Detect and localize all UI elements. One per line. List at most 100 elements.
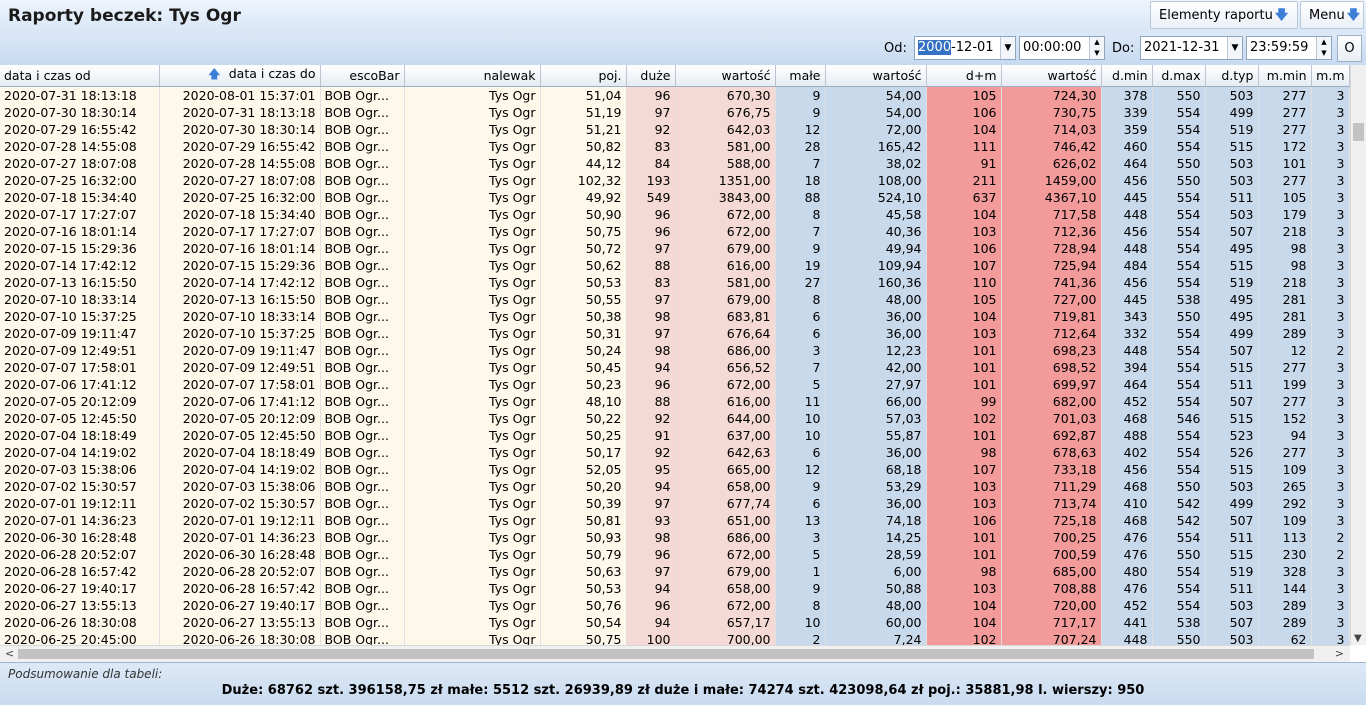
table-row[interactable]: 2020-07-15 15:29:36 2020-07-16 18:01:14 BO…	[0, 239, 1350, 257]
table-cell: 511	[1205, 579, 1259, 597]
table-cell: 277	[1258, 171, 1312, 189]
data-table[interactable]: data i czas od 🡅 data i czas do escoBar nale…	[0, 65, 1350, 645]
to-date-field[interactable]: 2021-12-31 ▼	[1140, 36, 1243, 60]
table-cell: BOB Ogr...	[320, 630, 405, 645]
horizontal-scrollbar[interactable]: < >	[0, 645, 1350, 662]
table-row[interactable]: 2020-07-29 16:55:42 2020-07-30 18:30:14 BO…	[0, 120, 1350, 138]
table-row[interactable]: 2020-07-09 12:49:51 2020-07-09 19:11:47 BO…	[0, 341, 1350, 359]
table-row[interactable]: 2020-06-26 18:30:08 2020-06-27 13:55:13 BO…	[0, 613, 1350, 631]
report-elements-button[interactable]: Elementy raportu 🡇	[1150, 1, 1298, 29]
column-header[interactable]: małe	[775, 65, 826, 87]
table-row[interactable]: 2020-07-10 18:33:14 2020-07-13 16:15:50 BO…	[0, 290, 1350, 308]
menu-button[interactable]: Menu 🡇	[1300, 1, 1364, 29]
table-row[interactable]: 2020-06-27 19:40:17 2020-06-28 16:57:42 BO…	[0, 579, 1350, 597]
table-cell: 281	[1258, 307, 1312, 325]
table-row[interactable]: 2020-07-02 15:30:57 2020-07-03 15:38:06 BO…	[0, 477, 1350, 495]
table-row[interactable]: 2020-07-14 17:42:12 2020-07-15 15:29:36 BO…	[0, 256, 1350, 274]
table-row[interactable]: 2020-06-28 20:52:07 2020-06-30 16:28:48 BO…	[0, 545, 1350, 563]
scroll-right-icon[interactable]: >	[1335, 647, 1344, 660]
table-cell: 88	[626, 392, 676, 410]
table-cell: 679,00	[675, 239, 776, 257]
column-header[interactable]: poj.	[540, 65, 627, 87]
table-row[interactable]: 2020-06-25 20:45:00 2020-06-26 18:30:08 BO…	[0, 630, 1350, 645]
column-header[interactable]: m.m	[1311, 65, 1350, 87]
table-row[interactable]: 2020-07-28 14:55:08 2020-07-29 16:55:42 BO…	[0, 137, 1350, 155]
column-header[interactable]: m.min	[1258, 65, 1312, 87]
table-row[interactable]: 2020-07-05 12:45:50 2020-07-05 20:12:09 BO…	[0, 409, 1350, 427]
table-row[interactable]: 2020-07-13 16:15:50 2020-07-14 17:42:12 BO…	[0, 273, 1350, 291]
column-header[interactable]: d.typ	[1205, 65, 1259, 87]
table-cell: 515	[1205, 460, 1259, 478]
table-cell: 550	[1152, 154, 1206, 172]
column-header[interactable]: wartość	[1001, 65, 1102, 87]
table-cell: 2020-07-18 15:34:40	[0, 188, 160, 206]
column-header[interactable]: nalewak	[404, 65, 541, 87]
vertical-scroll-thumb[interactable]	[1353, 123, 1364, 141]
column-header[interactable]: 🡅 data i czas do	[159, 65, 321, 87]
table-cell: Tys Ogr	[404, 460, 541, 478]
table-cell: 554	[1152, 273, 1206, 291]
column-header[interactable]: d.min	[1101, 65, 1153, 87]
table-cell: 448	[1101, 341, 1153, 359]
to-time-field[interactable]: 23:59:59 ▲ ▼	[1246, 36, 1332, 60]
table-cell: 3	[1311, 562, 1350, 580]
table-cell: 549	[626, 188, 676, 206]
table-row[interactable]: 2020-07-01 19:12:11 2020-07-02 15:30:57 BO…	[0, 494, 1350, 512]
from-time-field[interactable]: 00:00:00 ▲ ▼	[1019, 36, 1105, 60]
table-row[interactable]: 2020-07-31 18:13:18 2020-08-01 15:37:01 BO…	[0, 86, 1350, 104]
table-row[interactable]: 2020-07-01 14:36:23 2020-07-01 19:12:11 BO…	[0, 511, 1350, 529]
table-cell: 103	[926, 222, 1002, 240]
column-header[interactable]: d+m	[926, 65, 1002, 87]
table-cell: 507	[1205, 392, 1259, 410]
scroll-down-icon[interactable]: ▼	[1354, 633, 1362, 644]
table-cell: BOB Ogr...	[320, 460, 405, 478]
chevron-down-icon[interactable]: ▼	[1227, 37, 1242, 59]
column-header[interactable]: duże	[626, 65, 676, 87]
time-spinner-icon[interactable]: ▲ ▼	[1316, 37, 1331, 59]
table-row[interactable]: 2020-07-18 15:34:40 2020-07-25 16:32:00 BO…	[0, 188, 1350, 206]
table-cell: 3	[1311, 171, 1350, 189]
from-date-field[interactable]: 2000-12-01 ▼	[914, 36, 1016, 60]
table-cell: 651,00	[675, 511, 776, 529]
table-row[interactable]: 2020-07-04 18:18:49 2020-07-05 12:45:50 BO…	[0, 426, 1350, 444]
table-row[interactable]: 2020-07-04 14:19:02 2020-07-04 18:18:49 BO…	[0, 443, 1350, 461]
o-button[interactable]: O	[1337, 35, 1362, 62]
table-row[interactable]: 2020-06-30 16:28:48 2020-07-01 14:36:23 BO…	[0, 528, 1350, 546]
table-row[interactable]: 2020-07-30 18:30:14 2020-07-31 18:13:18 BO…	[0, 103, 1350, 121]
table-row[interactable]: 2020-07-10 15:37:25 2020-07-10 18:33:14 BO…	[0, 307, 1350, 325]
table-cell: BOB Ogr...	[320, 239, 405, 257]
scroll-left-icon[interactable]: <	[5, 647, 14, 660]
table-row[interactable]: 2020-07-05 20:12:09 2020-07-06 17:41:12 BO…	[0, 392, 1350, 410]
chevron-down-icon[interactable]: ▼	[1000, 37, 1015, 59]
table-row[interactable]: 2020-07-17 17:27:07 2020-07-18 15:34:40 BO…	[0, 205, 1350, 223]
table-cell: 2020-07-13 16:15:50	[159, 290, 321, 308]
table-cell: BOB Ogr...	[320, 511, 405, 529]
horizontal-scroll-thumb[interactable]	[18, 649, 1314, 659]
column-header[interactable]: d.max	[1152, 65, 1206, 87]
table-row[interactable]: 2020-07-27 18:07:08 2020-07-28 14:55:08 BO…	[0, 154, 1350, 172]
table-cell: 74,18	[825, 511, 927, 529]
table-cell: 50,62	[540, 256, 627, 274]
time-spinner-icon[interactable]: ▲ ▼	[1089, 37, 1104, 59]
table-row[interactable]: 2020-07-06 17:41:12 2020-07-07 17:58:01 BO…	[0, 375, 1350, 393]
column-header[interactable]: data i czas od	[0, 65, 160, 87]
table-row[interactable]: 2020-07-09 19:11:47 2020-07-10 15:37:25 BO…	[0, 324, 1350, 342]
table-cell: 2020-07-05 12:45:50	[0, 409, 160, 427]
column-header[interactable]: wartość	[675, 65, 776, 87]
table-row[interactable]: 2020-07-03 15:38:06 2020-07-04 14:19:02 BO…	[0, 460, 1350, 478]
column-header[interactable]: escoBar	[320, 65, 405, 87]
table-cell: Tys Ogr	[404, 137, 541, 155]
table-row[interactable]: 2020-06-27 13:55:13 2020-06-27 19:40:17 BO…	[0, 596, 1350, 614]
table-cell: 448	[1101, 205, 1153, 223]
column-header[interactable]: wartość	[825, 65, 927, 87]
table-row[interactable]: 2020-07-16 18:01:14 2020-07-17 17:27:07 BO…	[0, 222, 1350, 240]
vertical-scrollbar[interactable]: ▼	[1350, 65, 1366, 645]
table-row[interactable]: 2020-07-07 17:58:01 2020-07-09 12:49:51 BO…	[0, 358, 1350, 376]
table-cell: BOB Ogr...	[320, 596, 405, 614]
table-cell: 554	[1152, 256, 1206, 274]
table-row[interactable]: 2020-06-28 16:57:42 2020-06-28 20:52:07 BO…	[0, 562, 1350, 580]
table-row[interactable]: 2020-07-25 16:32:00 2020-07-27 18:07:08 BO…	[0, 171, 1350, 189]
table-cell: 281	[1258, 290, 1312, 308]
table-cell: 2020-07-28 14:55:08	[0, 137, 160, 155]
column-header-label: poj.	[598, 68, 622, 83]
